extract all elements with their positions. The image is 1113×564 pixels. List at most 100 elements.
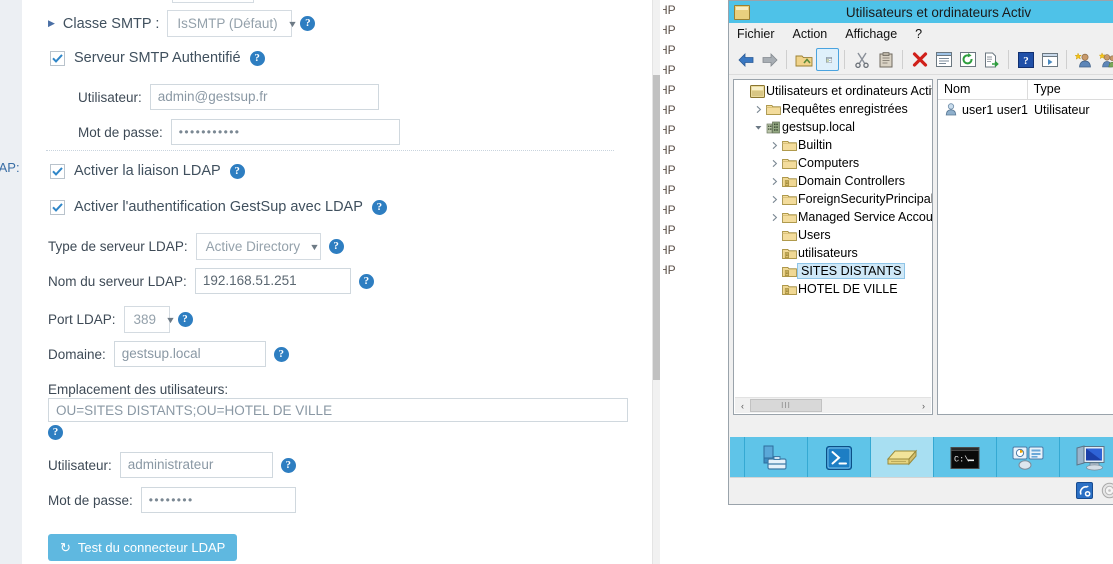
column-header-type[interactable]: Type [1028,80,1113,99]
taskbar-item-server-manager[interactable] [745,437,808,478]
help-circle-icon[interactable]: ? [280,457,296,473]
new-group-icon[interactable] [1096,48,1113,71]
ldap-server-type-select[interactable]: Active Directory ▼ [195,233,321,260]
menu-item-help[interactable]: ? [915,27,922,41]
export-list-icon[interactable] [980,48,1003,71]
smtp-auth-checkbox[interactable] [50,50,65,66]
tree-node[interactable]: ForeignSecurityPrincipals [734,190,932,208]
chevron-right-icon[interactable] [768,141,781,150]
tree-node-selected[interactable]: SITES DISTANTS [734,262,932,280]
smtp-password-input[interactable]: ••••••••••• [170,119,400,145]
back-arrow-icon[interactable] [734,48,757,71]
chevron-down-icon: ▼ [286,18,298,29]
window-title-bar[interactable]: Utilisateurs et ordinateurs Activ [729,1,1113,23]
menu-bar: Fichier Action Affichage ? [729,23,1113,45]
ldap-users-location-label: Emplacement des utilisateurs: [48,382,229,397]
ldap-enable-auth-checkbox[interactable] [50,199,65,215]
smtp-user-input[interactable]: admin@gestsup.fr [149,84,379,110]
chevron-right-icon[interactable] [768,159,781,168]
table-row[interactable]: user1 user1 Utilisateur [938,100,1113,120]
taskbar-item-command-prompt[interactable]: C:\ [934,437,997,478]
taskbar-item-control-panel[interactable] [997,437,1060,478]
scroll-left-arrow[interactable]: ‹ [735,398,750,413]
network-icon[interactable] [1075,481,1094,500]
tree-node[interactable]: Builtin [734,136,932,154]
ldap-enable-link-checkbox[interactable] [50,163,65,179]
server-manager-icon [763,445,787,470]
tree-node[interactable]: Requêtes enregistrées [734,100,932,118]
new-user-icon[interactable] [1072,48,1095,71]
ldap-enable-auth-row: Activer l'authentification GestSup avec … [50,199,387,215]
new-window-icon[interactable] [1038,48,1061,71]
help-circle-icon[interactable]: ? [273,346,289,362]
help-circle-icon[interactable]: ? [358,273,374,289]
tree-node[interactable]: gestsup.local [734,118,932,136]
ldap-password-input[interactable]: •••••••• [140,487,296,513]
menu-item-affichage[interactable]: Affichage [845,27,897,41]
up-folder-icon[interactable] [792,48,815,71]
page-scrollbar-thumb[interactable] [653,75,660,380]
ou-folder-icon [781,247,798,260]
tree-node[interactable]: Computers [734,154,932,172]
chevron-right-icon[interactable] [768,213,781,222]
help-circle-icon[interactable]: ? [328,239,344,254]
help-circle-icon[interactable]: ? [371,199,387,215]
ldap-server-name-input[interactable]: 192.168.51.251 [194,268,351,294]
help-circle-icon[interactable]: ? [229,163,245,179]
help-icon[interactable]: ? [1014,48,1037,71]
taskbar-item-remote-desktop[interactable] [1060,437,1113,478]
delete-icon[interactable] [908,48,931,71]
tree-node[interactable]: Users [734,226,932,244]
cut-icon[interactable] [850,48,873,71]
test-ldap-connector-button[interactable]: ↻ Test du connecteur LDAP [48,534,238,561]
tree-node[interactable]: utilisateurs [734,244,932,262]
tree-node[interactable]: HOTEL DE VILLE [734,280,932,298]
background-text-item: HP [663,143,676,157]
tree-node-label: SITES DISTANTS [797,263,906,279]
tree-node[interactable]: Managed Service Accoun [734,208,932,226]
ldap-port-select[interactable]: 389 ▼ [123,306,176,333]
tree-node[interactable]: Utilisateurs et ordinateurs Active [734,82,932,100]
folder-icon [781,211,798,224]
chevron-right-icon[interactable] [768,195,781,204]
help-circle-icon[interactable]: ? [249,50,265,66]
smtp-class-row: ▶ Classe SMTP : IsSMTP (Défaut) ▼ ? [48,10,316,37]
smtp-password-label: Mot de passe: [78,124,163,140]
tree-node[interactable]: Domain Controllers [734,172,932,190]
cut-off-input-above[interactable] [172,0,254,3]
menu-item-fichier[interactable]: Fichier [737,27,775,41]
help-circle-icon[interactable]: ? [48,425,63,440]
help-circle-icon[interactable]: ? [177,312,193,327]
ldap-user-input[interactable]: administrateur [119,452,273,478]
chevron-down-icon[interactable] [752,123,765,132]
tree-horizontal-scrollbar[interactable]: ‹ III › [735,397,931,413]
background-text-item: HP [663,183,676,197]
settings-left-gutter [0,0,23,564]
show-tree-icon[interactable] [816,48,839,71]
properties-icon[interactable] [932,48,955,71]
chevron-right-icon: ▶ [48,18,55,28]
ldap-domain-input[interactable]: gestsup.local [113,341,266,367]
chevron-right-icon[interactable] [752,105,765,114]
refresh-icon[interactable] [956,48,979,71]
forward-arrow-icon[interactable] [758,48,781,71]
tree-hscroll-thumb[interactable]: III [750,399,822,412]
tree-pane: Utilisateurs et ordinateurs Active Requêt… [733,79,933,415]
page-scrollbar[interactable] [652,0,660,564]
paste-icon[interactable] [874,48,897,71]
toolbar-separator [1008,50,1009,69]
taskbar-item-powershell[interactable] [808,437,871,478]
ldap-domain-label: Domaine: [48,346,106,362]
ldap-users-location-input[interactable]: OU=SITES DISTANTS;OU=HOTEL DE VILLE [48,398,628,422]
user-icon [944,102,958,119]
menu-item-action[interactable]: Action [793,27,828,41]
action-center-icon[interactable] [1100,481,1113,500]
background-text-item: HP [663,83,676,97]
smtp-class-select[interactable]: IsSMTP (Défaut) ▼ [167,10,297,37]
column-header-nom[interactable]: Nom [938,80,1028,99]
chevron-right-icon[interactable] [768,177,781,186]
taskbar-item-ad-users-computers[interactable] [871,437,934,478]
help-circle-icon[interactable]: ? [300,16,316,31]
smtp-class-value: IsSMTP (Défaut) [177,16,278,31]
scroll-right-arrow[interactable]: › [916,398,931,413]
